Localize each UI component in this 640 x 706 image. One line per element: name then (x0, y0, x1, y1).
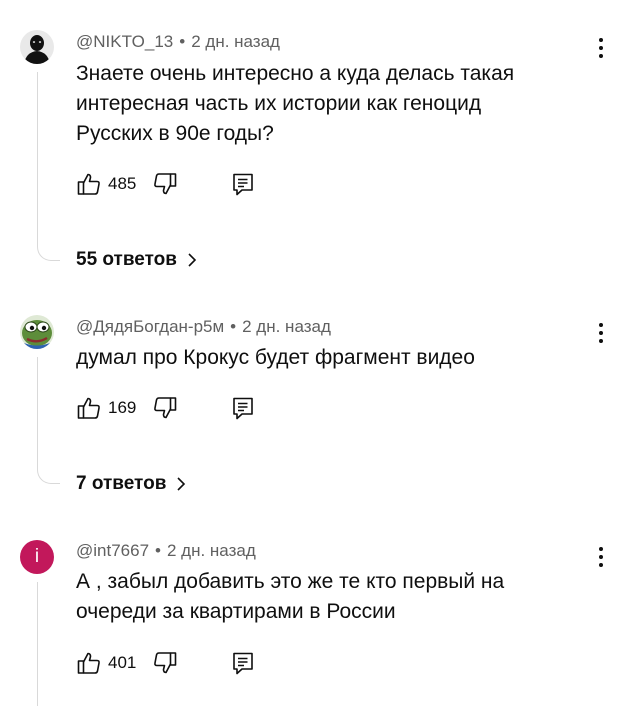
masked-person-avatar (20, 30, 54, 64)
replies-count: 55 ответов (76, 249, 177, 270)
comment-actions: 485 (76, 171, 256, 197)
comment-time[interactable]: 2 дн. назад (191, 32, 280, 51)
comment-line: Знаете очень интересно а куда делась так… (76, 62, 515, 85)
thumb-down-icon[interactable] (152, 650, 178, 676)
thumb-up-icon[interactable] (76, 650, 102, 676)
avatar[interactable] (20, 315, 54, 349)
avatar-letter: i (34, 546, 40, 567)
replies-toggle[interactable]: 55 ответов (76, 249, 197, 271)
like-count: 401 (108, 653, 137, 672)
replies-toggle[interactable]: 7 ответов (76, 473, 186, 495)
comment-actions: 401 (76, 650, 256, 676)
meta-separator: • (155, 541, 161, 560)
meta-separator: • (230, 317, 237, 336)
thumb-down-icon[interactable] (152, 395, 178, 421)
pepe-frog-avatar (20, 315, 54, 349)
like-count: 169 (108, 398, 137, 417)
author-name[interactable]: @NIKTO_13 (76, 32, 173, 51)
thumb-up-icon[interactable] (76, 171, 102, 197)
comment-line: думал про Крокус будет фрагмент видео (76, 346, 475, 369)
comment-line: интересная часть их истории как геноцид (76, 92, 482, 115)
thumb-down-icon[interactable] (152, 171, 178, 197)
reply-icon[interactable] (230, 171, 256, 197)
reply-icon[interactable] (230, 650, 256, 676)
thread-line (37, 582, 38, 706)
comment-text: Знаете очень интересно а куда делась так… (76, 59, 596, 149)
chevron-right-icon (187, 252, 197, 268)
avatar[interactable] (20, 30, 54, 64)
comment-text: думал про Крокус будет фрагмент видео (76, 343, 596, 373)
chevron-right-icon (176, 476, 186, 492)
thread-line (37, 72, 60, 261)
reply-icon[interactable] (230, 395, 256, 421)
like-count: 485 (108, 174, 137, 193)
replies-count: 7 ответов (76, 473, 167, 494)
comment-meta: @ДядяБогдан-р5м • 2 дн. назад (76, 317, 331, 337)
thread-line (37, 357, 60, 484)
author-name[interactable]: @int7667 (76, 541, 149, 560)
comment-meta: @int7667 • 2 дн. назад (76, 541, 256, 561)
more-vertical-icon[interactable] (596, 547, 606, 569)
comment-line: очереди за квартирами в России (76, 600, 396, 623)
comment-meta: @NIKTO_13 • 2 дн. назад (76, 32, 280, 52)
more-vertical-icon[interactable] (596, 38, 606, 60)
avatar[interactable]: i (20, 540, 54, 574)
comment-time[interactable]: 2 дн. назад (242, 317, 331, 336)
comment-line: Русских в 90е годы? (76, 122, 274, 145)
author-name[interactable]: @ДядяБогдан-р5м (76, 317, 224, 336)
more-vertical-icon[interactable] (596, 323, 606, 345)
comment-time[interactable]: 2 дн. назад (167, 541, 256, 560)
comment-actions: 169 (76, 395, 256, 421)
meta-separator: • (179, 32, 186, 51)
comment-text: А , забыл добавить это же те кто первый … (76, 567, 596, 627)
comment-line: А , забыл добавить это же те кто первый … (76, 570, 505, 593)
thumb-up-icon[interactable] (76, 395, 102, 421)
